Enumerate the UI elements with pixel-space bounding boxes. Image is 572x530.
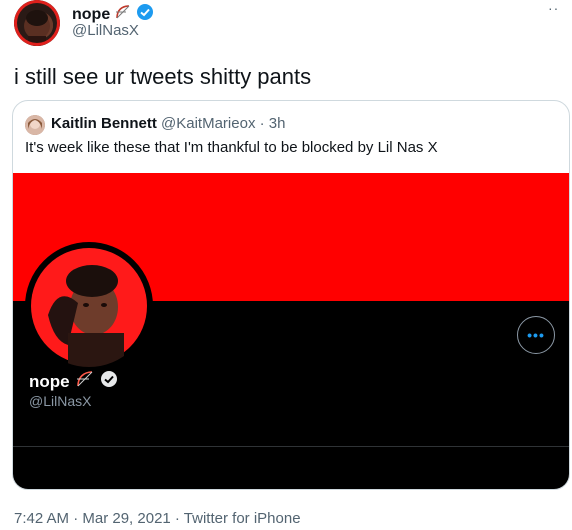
profile-handle: @LilNasX: [29, 393, 92, 409]
author-display-name[interactable]: nope: [72, 6, 110, 24]
bow-arrow-icon: [75, 370, 95, 393]
quoted-author-avatar[interactable]: [25, 115, 45, 135]
quoted-author[interactable]: Kaitlin Bennett @KaitMarieox · 3h: [51, 115, 285, 132]
quoted-author-name[interactable]: Kaitlin Bennett: [51, 115, 157, 132]
tweet-text: i still see ur tweets shitty pants: [14, 64, 312, 89]
author-handle[interactable]: @LilNasX: [72, 22, 139, 39]
quoted-tweet-card[interactable]: Kaitlin Bennett @KaitMarieox · 3h It's w…: [12, 100, 570, 490]
more-options-icon[interactable]: ··: [548, 0, 559, 16]
profile-avatar: [25, 242, 153, 370]
profile-more-button: •••: [517, 316, 555, 354]
quoted-author-handle-time: @KaitMarieox · 3h: [161, 115, 286, 132]
profile-name-row: nope: [29, 370, 118, 393]
author-avatar[interactable]: [14, 0, 60, 46]
quoted-tweet-text: It's week like these that I'm thankful t…: [25, 139, 438, 156]
profile-divider: [13, 446, 569, 447]
verified-badge-icon: [100, 370, 118, 393]
profile-display-name: nope: [29, 371, 70, 391]
tweet-timestamp-source[interactable]: 7:42 AM · Mar 29, 2021 · Twitter for iPh…: [14, 510, 301, 527]
quoted-tweet-image[interactable]: nope @LilNasX •••: [13, 173, 569, 489]
